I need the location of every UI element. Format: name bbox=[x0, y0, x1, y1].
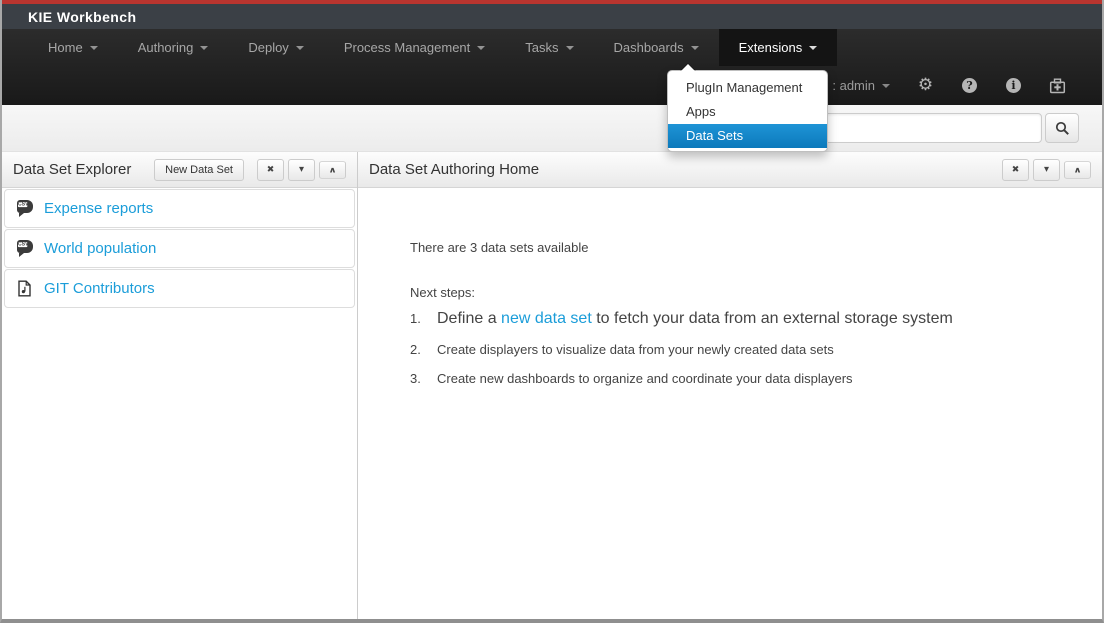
explorer-panel-header: Data Set Explorer New Data Set ✖ ▾ ∧ bbox=[2, 152, 357, 188]
nav-item-dashboards[interactable]: Dashboards bbox=[594, 29, 719, 66]
nav-item-home[interactable]: Home bbox=[28, 29, 118, 66]
close-icon: ✖ bbox=[1012, 165, 1020, 175]
nav-item-tasks[interactable]: Tasks bbox=[505, 29, 593, 66]
step-text: Create displayers to visualize data from… bbox=[437, 342, 834, 357]
user-menu[interactable]: : admin bbox=[832, 78, 890, 93]
data-set-authoring-home-panel: Data Set Authoring Home ✖ ▾ ∧ There are … bbox=[358, 152, 1102, 619]
user-label: : admin bbox=[832, 78, 875, 93]
panel-collapse-button[interactable]: ∧ bbox=[1064, 161, 1091, 179]
nav-item-label: Authoring bbox=[138, 40, 194, 55]
panel-close-button[interactable]: ✖ bbox=[257, 159, 284, 181]
dataset-label: Expense reports bbox=[44, 200, 153, 217]
explorer-panel-buttons: New Data Set ✖ ▾ ∧ bbox=[154, 159, 346, 181]
dataset-label: World population bbox=[44, 240, 156, 257]
nav-item-label: Process Management bbox=[344, 40, 470, 55]
next-steps-list: 1. Define a new data set to fetch your d… bbox=[410, 310, 1082, 386]
step-number: 3. bbox=[410, 371, 427, 386]
caret-down-icon bbox=[691, 46, 699, 50]
app-title: KIE Workbench bbox=[28, 9, 136, 25]
titlebar: KIE Workbench bbox=[2, 4, 1102, 29]
bean-dataset-icon bbox=[17, 280, 34, 297]
home-panel-header: Data Set Authoring Home ✖ ▾ ∧ bbox=[358, 152, 1102, 188]
dropdown-item-plugin-management[interactable]: PlugIn Management bbox=[668, 76, 827, 100]
next-steps-label: Next steps: bbox=[410, 285, 1082, 300]
csv-dataset-icon: CSV bbox=[17, 240, 34, 257]
help-button[interactable]: ? bbox=[961, 77, 978, 94]
dropdown-item-data-sets[interactable]: Data Sets bbox=[668, 124, 827, 148]
gear-icon: ⚙ bbox=[918, 77, 933, 94]
panel-close-button[interactable]: ✖ bbox=[1002, 159, 1029, 181]
home-panel-title: Data Set Authoring Home bbox=[369, 161, 539, 178]
search-strip bbox=[2, 105, 1102, 152]
chevron-up-icon: ∧ bbox=[328, 165, 336, 174]
nav-menu-list: Home Authoring Deploy Process Management… bbox=[28, 29, 837, 66]
nav-user-row: : admin ⚙ ? i bbox=[832, 66, 1066, 105]
nav-item-authoring[interactable]: Authoring bbox=[118, 29, 229, 66]
caret-down-icon bbox=[90, 46, 98, 50]
data-set-explorer-panel: Data Set Explorer New Data Set ✖ ▾ ∧ CSV bbox=[2, 152, 358, 619]
extensions-dropdown-menu: PlugIn Management Apps Data Sets bbox=[667, 70, 828, 152]
dataset-item-world-population[interactable]: CSV World population bbox=[4, 229, 355, 268]
caret-down-icon: ▾ bbox=[1044, 164, 1049, 175]
dataset-label: GIT Contributors bbox=[44, 280, 155, 297]
nav-item-label: Deploy bbox=[248, 40, 288, 55]
chevron-up-icon: ∧ bbox=[1073, 165, 1081, 174]
main-navbar: Home Authoring Deploy Process Management… bbox=[2, 29, 1102, 105]
caret-down-icon bbox=[296, 46, 304, 50]
step-define-data-set: 1. Define a new data set to fetch your d… bbox=[410, 310, 1082, 328]
caret-down-icon: ▾ bbox=[299, 164, 304, 175]
step-create-dashboards: 3. Create new dashboards to organize and… bbox=[410, 371, 1082, 386]
nav-item-extensions[interactable]: Extensions bbox=[719, 29, 838, 66]
panel-collapse-button[interactable]: ∧ bbox=[319, 161, 346, 179]
nav-item-deploy[interactable]: Deploy bbox=[228, 29, 323, 66]
panel-menu-button[interactable]: ▾ bbox=[288, 159, 315, 181]
csv-dataset-icon: CSV bbox=[17, 200, 34, 217]
dataset-list: CSV Expense reports CSV World population bbox=[2, 188, 357, 310]
info-button[interactable]: i bbox=[1005, 77, 1022, 94]
step-text: Create new dashboards to organize and co… bbox=[437, 371, 853, 386]
kie-workbench-window: { "window": { "app_title": "KIE Workbenc… bbox=[0, 0, 1104, 623]
caret-down-icon bbox=[566, 46, 574, 50]
dataset-item-expense-reports[interactable]: CSV Expense reports bbox=[4, 189, 355, 228]
toolbox-button[interactable] bbox=[1049, 77, 1066, 94]
home-panel-body: There are 3 data sets available Next ste… bbox=[358, 188, 1102, 400]
caret-down-icon bbox=[477, 46, 485, 50]
new-data-set-button[interactable]: New Data Set bbox=[154, 159, 244, 181]
nav-item-label: Home bbox=[48, 40, 83, 55]
datasets-available-text: There are 3 data sets available bbox=[410, 240, 1082, 255]
step-number: 2. bbox=[410, 342, 427, 357]
question-circle-icon: ? bbox=[962, 78, 977, 93]
new-data-set-link[interactable]: new data set bbox=[501, 310, 592, 327]
close-icon: ✖ bbox=[267, 165, 275, 175]
main-area: Data Set Explorer New Data Set ✖ ▾ ∧ CSV bbox=[2, 152, 1102, 619]
info-circle-icon: i bbox=[1006, 78, 1021, 93]
briefcase-plus-icon bbox=[1049, 78, 1066, 94]
nav-item-label: Extensions bbox=[739, 40, 803, 55]
search-icon bbox=[1055, 121, 1070, 136]
caret-down-icon bbox=[200, 46, 208, 50]
caret-down-icon bbox=[882, 84, 890, 88]
nav-item-label: Tasks bbox=[525, 40, 558, 55]
step-number: 1. bbox=[410, 311, 427, 326]
dropdown-item-apps[interactable]: Apps bbox=[668, 100, 827, 124]
home-panel-buttons: ✖ ▾ ∧ bbox=[1002, 159, 1091, 181]
nav-item-process-management[interactable]: Process Management bbox=[324, 29, 505, 66]
step-text: Define a new data set to fetch your data… bbox=[437, 310, 953, 328]
nav-item-label: Dashboards bbox=[614, 40, 684, 55]
panel-menu-button[interactable]: ▾ bbox=[1033, 159, 1060, 181]
search-button[interactable] bbox=[1045, 113, 1079, 143]
caret-down-icon bbox=[809, 46, 817, 50]
step-create-displayers: 2. Create displayers to visualize data f… bbox=[410, 342, 1082, 357]
settings-button[interactable]: ⚙ bbox=[917, 77, 934, 94]
explorer-panel-title: Data Set Explorer bbox=[13, 161, 131, 178]
dataset-item-git-contributors[interactable]: GIT Contributors bbox=[4, 269, 355, 308]
